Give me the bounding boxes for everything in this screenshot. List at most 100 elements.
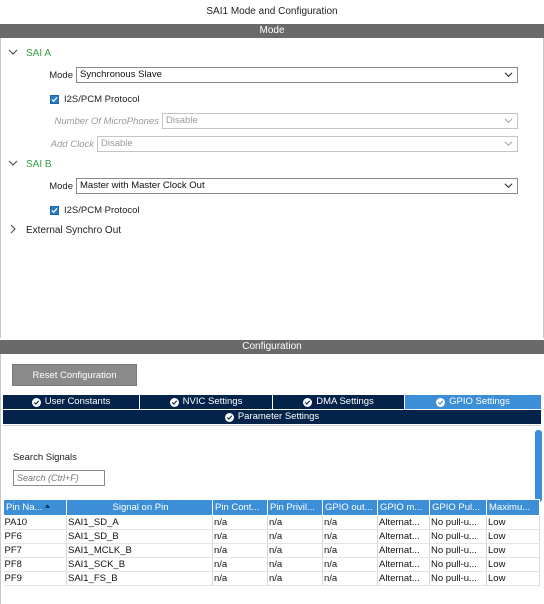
tree-node-sai-a[interactable]: SAI A — [8, 46, 51, 60]
sai-a-clock-row: Add Clock Disable — [44, 136, 518, 152]
table-cell: Low — [486, 557, 540, 572]
sai-a-mode-value: Synchronous Slave — [80, 69, 162, 80]
table-cell: n/a — [322, 529, 378, 544]
checkmark-icon — [51, 96, 58, 102]
table-row[interactable]: PF9 SAI1_FS_B n/a n/a n/a Alternat... No… — [3, 571, 540, 586]
tab-user-constants-label: User Constants — [44, 396, 111, 407]
column-header-label: Pin Na... — [6, 502, 43, 513]
sai-a-protocol-label: I2S/PCM Protocol — [64, 93, 140, 105]
tree-node-sai-b[interactable]: SAI B — [8, 157, 52, 171]
table-cell: n/a — [267, 529, 323, 544]
table-cell: Alternat... — [377, 543, 430, 558]
chevron-down-icon[interactable] — [8, 47, 20, 59]
tab-gpio-settings[interactable]: GPIO Settings — [405, 395, 541, 409]
checkmark-icon — [51, 207, 58, 213]
sort-icon — [45, 504, 51, 509]
chevron-down-icon — [504, 116, 513, 125]
column-header-signal-on-pin[interactable]: Signal on Pin — [66, 499, 213, 516]
chevron-down-icon — [504, 139, 513, 148]
table-row[interactable]: PF6 SAI1_SD_B n/a n/a n/a Alternat... No… — [3, 529, 540, 544]
table-row[interactable]: PF8 SAI1_SCK_B n/a n/a n/a Alternat... N… — [3, 557, 540, 572]
chevron-down-icon — [504, 70, 513, 79]
table-cell: PF6 — [3, 529, 67, 544]
search-signals-label: Search Signals — [13, 452, 77, 463]
table-cell: n/a — [322, 571, 378, 586]
reset-configuration-button[interactable]: Reset Configuration — [12, 364, 137, 386]
table-cell: Low — [486, 543, 540, 558]
tree-node-external-synchro[interactable]: External Synchro Out — [8, 223, 121, 237]
table-cell: Low — [486, 529, 540, 544]
table-cell: PF8 — [3, 557, 67, 572]
table-cell: No pull-u... — [429, 543, 487, 558]
sai-b-mode-row: Mode Master with Master Clock Out — [28, 178, 518, 194]
tab-gpio-settings-label: GPIO Settings — [449, 396, 510, 407]
sai-a-label: SAI A — [26, 47, 52, 59]
tab-nvic-settings[interactable]: NVIC Settings — [140, 395, 273, 409]
check-circle-icon — [224, 412, 234, 422]
column-header-pin-privilege[interactable]: Pin Privil... — [267, 499, 323, 516]
sai-a-mic-label: Number Of MicroPhones — [54, 115, 159, 127]
chevron-right-icon[interactable] — [8, 224, 20, 236]
sai-a-mode-select[interactable]: Synchronous Slave — [76, 67, 518, 83]
table-cell: n/a — [267, 543, 323, 558]
sai-b-protocol-row: I2S/PCM Protocol — [50, 204, 140, 216]
sai-b-label: SAI B — [26, 158, 52, 170]
column-header-gpio-mode[interactable]: GPIO m... — [377, 499, 430, 516]
vertical-scrollbar[interactable] — [535, 430, 542, 502]
table-cell: n/a — [212, 529, 268, 544]
sai-a-mode-label: Mode — [49, 69, 73, 81]
table-cell: Alternat... — [377, 529, 430, 544]
config-tabs-row-1: User Constants NVIC Settings DMA Setting… — [3, 395, 541, 409]
sai-b-mode-value: Master with Master Clock Out — [80, 180, 205, 191]
sai-b-protocol-checkbox[interactable] — [50, 205, 59, 215]
sai-a-clock-select: Disable — [97, 136, 518, 152]
column-header-pin-name[interactable]: Pin Na... — [3, 499, 67, 516]
table-cell: n/a — [212, 515, 268, 530]
table-cell: PF7 — [3, 543, 67, 558]
sai-a-mic-value: Disable — [166, 115, 198, 126]
tab-nvic-settings-label: NVIC Settings — [182, 396, 243, 407]
column-header-gpio-output[interactable]: GPIO out... — [322, 499, 378, 516]
sai-b-mode-label: Mode — [49, 180, 73, 192]
table-cell: n/a — [322, 557, 378, 572]
table-cell: SAI1_SCK_B — [66, 557, 213, 572]
column-header-maximum-speed[interactable]: Maximu... — [486, 499, 540, 516]
column-header-pin-context[interactable]: Pin Cont... — [212, 499, 268, 516]
external-synchro-label: External Synchro Out — [26, 224, 122, 236]
tab-parameter-settings[interactable]: Parameter Settings — [3, 410, 541, 424]
chevron-down-icon — [504, 181, 513, 190]
table-cell: n/a — [212, 571, 268, 586]
table-cell: n/a — [212, 557, 268, 572]
sai-a-clock-value: Disable — [101, 138, 133, 149]
table-cell: n/a — [267, 571, 323, 586]
tab-dma-settings-label: DMA Settings — [316, 396, 374, 407]
table-cell: SAI1_MCLK_B — [66, 543, 213, 558]
tab-dma-settings[interactable]: DMA Settings — [273, 395, 405, 409]
mode-section-header: Mode — [0, 24, 544, 38]
sai-a-mic-row: Number Of MicroPhones Disable — [44, 113, 518, 129]
table-cell: SAI1_FS_B — [66, 571, 213, 586]
table-row[interactable]: PF7 SAI1_MCLK_B n/a n/a n/a Alternat... … — [3, 543, 540, 558]
table-cell: Alternat... — [377, 571, 430, 586]
sai-a-protocol-checkbox[interactable] — [50, 94, 59, 104]
table-cell: PA10 — [3, 515, 67, 530]
table-cell: SAI1_SD_B — [66, 529, 213, 544]
table-cell: No pull-u... — [429, 529, 487, 544]
sai-a-protocol-row: I2S/PCM Protocol — [50, 93, 140, 105]
sai-b-protocol-label: I2S/PCM Protocol — [64, 204, 140, 216]
window-title: SAI1 Mode and Configuration — [0, 0, 544, 23]
table-cell: n/a — [322, 543, 378, 558]
search-signals-input[interactable] — [13, 470, 105, 486]
table-cell: Alternat... — [377, 557, 430, 572]
check-circle-icon — [169, 397, 179, 407]
tab-user-constants[interactable]: User Constants — [3, 395, 140, 409]
table-header-row: Pin Na... Signal on Pin Pin Cont... Pin … — [3, 499, 540, 516]
sai-b-mode-select[interactable]: Master with Master Clock Out — [76, 178, 518, 194]
table-cell: n/a — [267, 515, 323, 530]
table-cell: n/a — [267, 557, 323, 572]
tab-parameter-settings-label: Parameter Settings — [237, 411, 320, 422]
table-row[interactable]: PA10 SAI1_SD_A n/a n/a n/a Alternat... N… — [3, 515, 540, 530]
chevron-down-icon[interactable] — [8, 158, 20, 170]
sai-a-clock-label: Add Clock — [50, 138, 94, 150]
column-header-gpio-pull[interactable]: GPIO Pul... — [429, 499, 487, 516]
